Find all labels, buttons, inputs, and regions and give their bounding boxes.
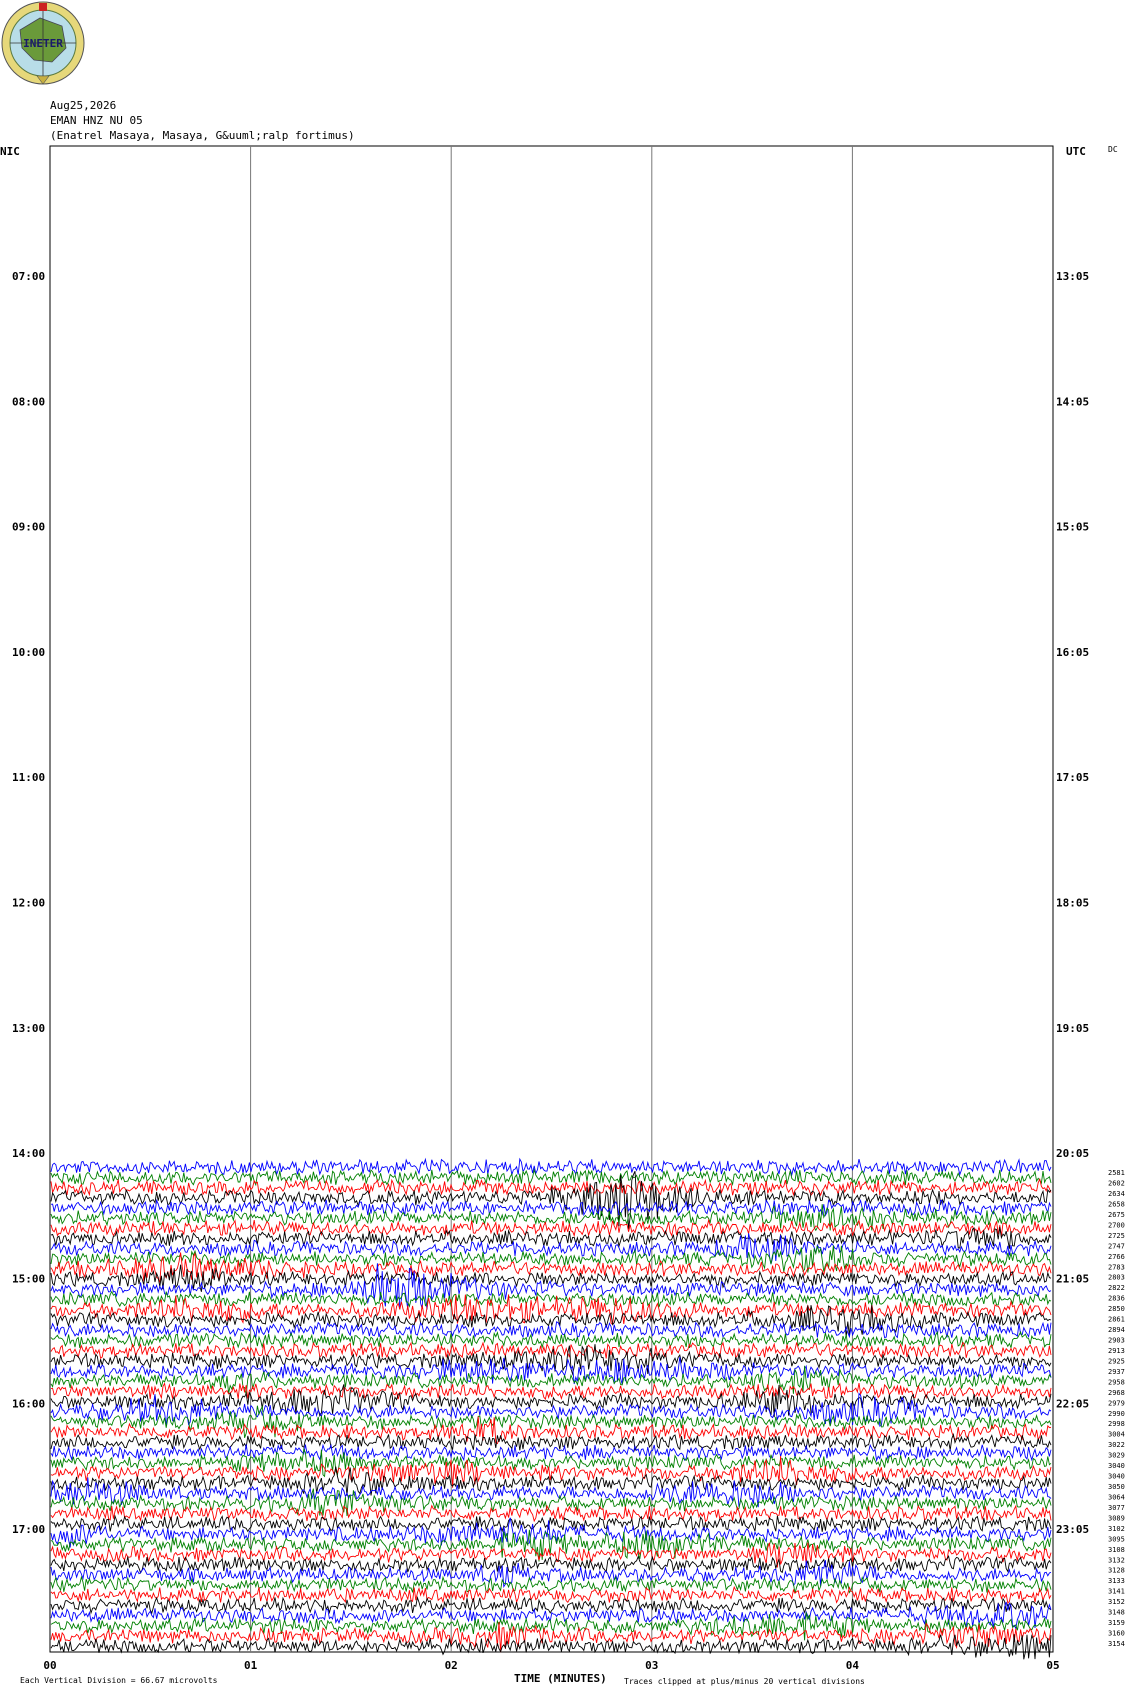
left-time-label: 09:00 (12, 521, 45, 534)
x-axis-label: TIME (MINUTES) (514, 1672, 607, 1685)
left-time-label: 15:00 (12, 1272, 45, 1285)
trace-amplitude-label: 2836 (1108, 1295, 1125, 1303)
x-tick-label: 05 (1046, 1659, 1059, 1672)
right-time-label: 23:05 (1056, 1523, 1089, 1536)
trace-amplitude-label: 2958 (1108, 1378, 1125, 1386)
trace-amplitude-label: 2675 (1108, 1211, 1125, 1219)
trace-amplitude-label: 3022 (1108, 1441, 1125, 1449)
trace-amplitude-label: 2783 (1108, 1263, 1125, 1271)
x-tick-label: 00 (43, 1659, 56, 1672)
trace-amplitude-label: 3029 (1108, 1452, 1125, 1460)
trace-amplitude-label: 2913 (1108, 1347, 1125, 1355)
trace-amplitude-label: 3050 (1108, 1483, 1125, 1491)
seismic-trace (50, 1198, 1052, 1217)
left-time-label: 10:00 (12, 646, 45, 659)
left-time-label: 12:00 (12, 897, 45, 910)
left-time-label: 11:00 (12, 771, 45, 784)
trace-amplitude-label: 3095 (1108, 1535, 1125, 1543)
trace-amplitude-label: 3040 (1108, 1462, 1125, 1470)
trace-amplitude-label: 3148 (1108, 1609, 1125, 1617)
right-time-label: 14:05 (1056, 395, 1089, 408)
seismic-trace (50, 1157, 1052, 1177)
clip-note: Traces clipped at plus/minus 20 vertical… (624, 1677, 865, 1686)
trace-amplitude-label: 2903 (1108, 1337, 1125, 1345)
right-time-label: 20:05 (1056, 1147, 1089, 1160)
right-time-label: 22:05 (1056, 1398, 1089, 1411)
trace-amplitude-label: 2894 (1108, 1326, 1125, 1334)
trace-amplitude-label: 2634 (1108, 1190, 1125, 1198)
left-time-label: 08:00 (12, 395, 45, 408)
trace-amplitude-label: 3064 (1108, 1493, 1125, 1501)
trace-amplitude-label: 2700 (1108, 1221, 1125, 1229)
trace-amplitude-label: 3128 (1108, 1567, 1125, 1575)
x-tick-label: 04 (846, 1659, 860, 1672)
trace-amplitude-label: 3152 (1108, 1598, 1125, 1606)
trace-amplitude-label: 3102 (1108, 1525, 1125, 1533)
trace-amplitude-label: 2850 (1108, 1305, 1125, 1313)
right-time-label: 16:05 (1056, 646, 1089, 659)
seismic-trace (50, 1432, 1052, 1452)
left-time-label: 13:00 (12, 1022, 45, 1035)
trace-amplitude-label: 2968 (1108, 1389, 1125, 1397)
seismic-trace (50, 1227, 1052, 1249)
plot-frame (49, 145, 1054, 1653)
right-time-label: 18:05 (1056, 897, 1089, 910)
trace-amplitude-label: 3132 (1108, 1556, 1125, 1564)
trace-amplitude-label: 3160 (1108, 1630, 1125, 1638)
left-time-label: 07:00 (12, 270, 45, 283)
trace-amplitude-label: 3159 (1108, 1619, 1125, 1627)
trace-amplitude-label: 2937 (1108, 1368, 1125, 1376)
trace-amplitude-label: 3133 (1108, 1577, 1125, 1585)
trace-amplitude-label: 2979 (1108, 1399, 1125, 1407)
trace-amplitude-label: 2998 (1108, 1420, 1125, 1428)
right-time-label: 15:05 (1056, 521, 1089, 534)
trace-amplitude-label: 3154 (1108, 1640, 1125, 1648)
scale-note: Each Vertical Division = 66.67 microvolt… (20, 1676, 218, 1685)
right-time-label: 19:05 (1056, 1022, 1089, 1035)
trace-amplitude-label: 3040 (1108, 1473, 1125, 1481)
trace-amplitude-label: 3077 (1108, 1504, 1125, 1512)
x-tick-label: 03 (645, 1659, 658, 1672)
trace-amplitude-label: 2803 (1108, 1274, 1125, 1282)
trace-amplitude-label: 2658 (1108, 1200, 1125, 1208)
trace-amplitude-label: 2861 (1108, 1316, 1125, 1324)
trace-amplitude-label: 2602 (1108, 1180, 1125, 1188)
left-time-label: 14:00 (12, 1147, 45, 1160)
right-time-label: 21:05 (1056, 1272, 1089, 1285)
right-time-label: 17:05 (1056, 771, 1089, 784)
left-time-label: 17:00 (12, 1523, 45, 1536)
trace-amplitude-label: 2766 (1108, 1253, 1125, 1261)
left-time-label: 16:00 (12, 1398, 45, 1411)
trace-amplitude-label: 2747 (1108, 1242, 1125, 1250)
trace-amplitude-label: 2822 (1108, 1284, 1125, 1292)
trace-amplitude-label: 2725 (1108, 1232, 1125, 1240)
seismogram-chart: 00 01 02 03 04 05 07:00 13:05 08:00 14:05 09:00 15:… (12, 145, 1125, 1672)
trace-amplitude-label: 3089 (1108, 1514, 1125, 1522)
right-time-label: 13:05 (1056, 270, 1089, 283)
seismic-trace (50, 1514, 1052, 1534)
x-tick-label: 02 (445, 1659, 458, 1672)
trace-amplitude-label: 2925 (1108, 1357, 1125, 1365)
trace-amplitude-label: 2581 (1108, 1169, 1125, 1177)
x-tick-label: 01 (244, 1659, 258, 1672)
trace-amplitude-label: 3004 (1108, 1431, 1125, 1439)
trace-amplitude-label: 3141 (1108, 1588, 1125, 1596)
trace-amplitude-label: 2990 (1108, 1410, 1125, 1418)
trace-amplitude-label: 3108 (1108, 1546, 1125, 1554)
